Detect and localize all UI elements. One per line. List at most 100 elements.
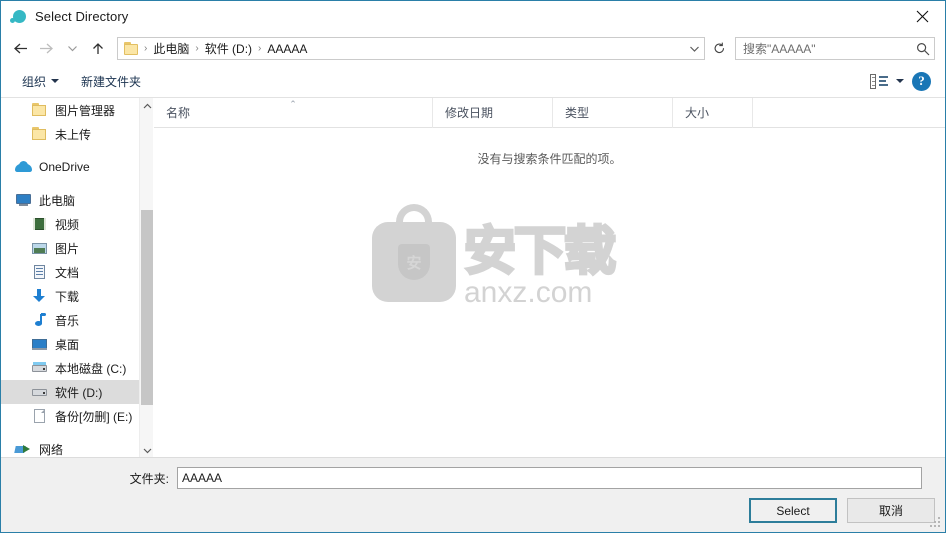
organize-button[interactable]: 组织 — [15, 69, 66, 94]
address-dropdown-chevron-icon[interactable] — [689, 42, 700, 56]
forward-arrow-icon — [33, 36, 59, 62]
view-chevron-down-icon[interactable] — [896, 79, 904, 83]
column-header-name[interactable]: 名称 ⌃ — [154, 97, 433, 128]
sidebar-item-label: 文档 — [55, 265, 80, 280]
new-folder-label: 新建文件夹 — [81, 74, 142, 89]
system-drive-icon — [31, 360, 48, 376]
resize-grip[interactable] — [930, 517, 942, 529]
empty-list-message: 没有与搜索条件匹配的项。 — [477, 152, 622, 166]
cancel-button[interactable]: 取消 — [847, 498, 935, 523]
sidebar-item-label: 软件 (D:) — [55, 385, 103, 400]
search-icon[interactable] — [916, 42, 930, 56]
drive-icon — [31, 384, 48, 400]
sidebar-item-weishangchuan[interactable]: 未上传 — [1, 122, 153, 146]
sidebar-item-network[interactable]: 网络 — [1, 437, 153, 459]
sidebar-item-onedrive[interactable]: OneDrive — [1, 155, 153, 179]
sidebar-item-label: 桌面 — [55, 337, 80, 352]
sidebar-item-label: 备份[勿删] (E:) — [55, 409, 133, 424]
sidebar-item-label: 此电脑 — [39, 193, 76, 208]
select-button[interactable]: Select — [749, 498, 837, 523]
desktop-icon — [31, 336, 48, 352]
sidebar-item-label: 未上传 — [55, 127, 92, 142]
sidebar-item-label: 音乐 — [55, 313, 80, 328]
scrollbar-thumb[interactable] — [141, 210, 153, 405]
documents-icon — [31, 264, 48, 280]
sidebar-item-music[interactable]: 音乐 — [1, 308, 153, 332]
site-watermark: 安 安下载 anxz.com — [372, 204, 618, 312]
search-placeholder: 搜索"AAAAA" — [743, 42, 816, 56]
downloads-icon — [31, 288, 48, 304]
folder-icon — [124, 41, 140, 56]
watermark-badge: 安 — [398, 244, 430, 280]
watermark-badge-char: 安 — [406, 254, 422, 272]
sidebar-item-label: 视频 — [55, 217, 80, 232]
sidebar-item-this-pc[interactable]: 此电脑 — [1, 188, 153, 212]
folder-name-input[interactable]: AAAAA — [177, 467, 922, 489]
sidebar-item-label: 下载 — [55, 289, 80, 304]
file-drive-icon — [31, 408, 48, 424]
address-bar[interactable]: › 此电脑 › 软件 (D:) › AAAAA — [117, 37, 705, 60]
back-arrow-icon[interactable] — [7, 36, 33, 62]
sidebar-item-videos[interactable]: 视频 — [1, 212, 153, 236]
breadcrumb-item-drive-d[interactable]: 软件 (D:) — [200, 38, 257, 59]
navigation-pane[interactable]: 图片管理器 未上传 OneDrive 此电脑 视频 图片 文档 下载 音乐 桌面… — [1, 98, 153, 459]
dialog-footer: 文件夹: AAAAA Select 取消 — [1, 457, 945, 532]
column-header-size[interactable]: 大小 — [673, 97, 753, 128]
navigation-bar: › 此电脑 › 软件 (D:) › AAAAA 搜索"AAAAA" — [1, 32, 945, 65]
onedrive-cloud-icon — [15, 159, 32, 175]
list-view-icon[interactable] — [870, 73, 888, 89]
window-title: Select Directory — [35, 9, 129, 24]
pictures-icon — [31, 240, 48, 256]
search-input[interactable]: 搜索"AAAAA" — [735, 37, 935, 60]
sidebar-item-local-disk-c[interactable]: 本地磁盘 (C:) — [1, 356, 153, 380]
breadcrumb-item-this-pc[interactable]: 此电脑 — [148, 38, 194, 59]
sidebar-item-label: 网络 — [39, 442, 64, 457]
new-folder-button[interactable]: 新建文件夹 — [74, 69, 148, 94]
sidebar-item-downloads[interactable]: 下载 — [1, 284, 153, 308]
select-directory-dialog: Select Directory › 此电脑 › 软件 (D:) › AAAAA — [0, 0, 946, 533]
close-icon[interactable] — [899, 1, 945, 32]
column-headers: 名称 ⌃ 修改日期 类型 大小 — [154, 97, 945, 128]
help-button[interactable]: ? — [912, 71, 931, 91]
folder-field-row: 文件夹: AAAAA — [1, 467, 945, 489]
watermark-handle — [396, 204, 432, 232]
breadcrumb-item-current[interactable]: AAAAA — [262, 40, 312, 58]
sidebar-item-desktop[interactable]: 桌面 — [1, 332, 153, 356]
sidebar-scrollbar[interactable] — [139, 98, 153, 459]
sort-ascending-icon: ⌃ — [289, 98, 297, 109]
toolbar: 组织 新建文件夹 ? — [1, 65, 945, 98]
folder-icon — [31, 126, 48, 142]
sidebar-item-drive-e[interactable]: 备份[勿删] (E:) — [1, 404, 153, 428]
title-bar: Select Directory — [1, 1, 945, 32]
up-arrow-icon[interactable] — [85, 36, 111, 62]
watermark-bag-icon — [372, 222, 456, 302]
sidebar-item-label: OneDrive — [39, 160, 90, 174]
scroll-up-arrow-icon[interactable] — [140, 98, 154, 115]
sidebar-item-documents[interactable]: 文档 — [1, 260, 153, 284]
column-label: 大小 — [685, 106, 710, 120]
this-pc-icon — [15, 192, 32, 208]
folder-field-label: 文件夹: — [129, 471, 169, 486]
videos-icon — [31, 216, 48, 232]
folder-icon — [31, 102, 48, 118]
sidebar-item-drive-d[interactable]: 软件 (D:) — [1, 380, 153, 404]
column-header-date-modified[interactable]: 修改日期 — [433, 97, 553, 128]
music-icon — [31, 312, 48, 328]
footer-buttons: Select 取消 — [749, 498, 935, 523]
file-list-pane[interactable]: 名称 ⌃ 修改日期 类型 大小 没有与搜索条件匹配的项。 安 安下载 anxz.… — [154, 97, 945, 459]
watermark-title: 安下载 — [462, 223, 617, 282]
sidebar-item-label: 本地磁盘 (C:) — [55, 361, 127, 376]
organize-label: 组织 — [22, 74, 47, 89]
recent-locations-chevron-icon[interactable] — [59, 36, 85, 62]
toolbar-right-group: ? — [870, 71, 931, 91]
column-header-type[interactable]: 类型 — [553, 97, 673, 128]
app-icon — [10, 8, 27, 25]
sidebar-item-pictures[interactable]: 图片 — [1, 236, 153, 260]
column-label: 类型 — [565, 106, 590, 120]
refresh-icon[interactable] — [708, 37, 730, 60]
watermark-url: anxz.com — [464, 276, 593, 309]
sidebar-item-tupianguanliqi[interactable]: 图片管理器 — [1, 98, 153, 122]
